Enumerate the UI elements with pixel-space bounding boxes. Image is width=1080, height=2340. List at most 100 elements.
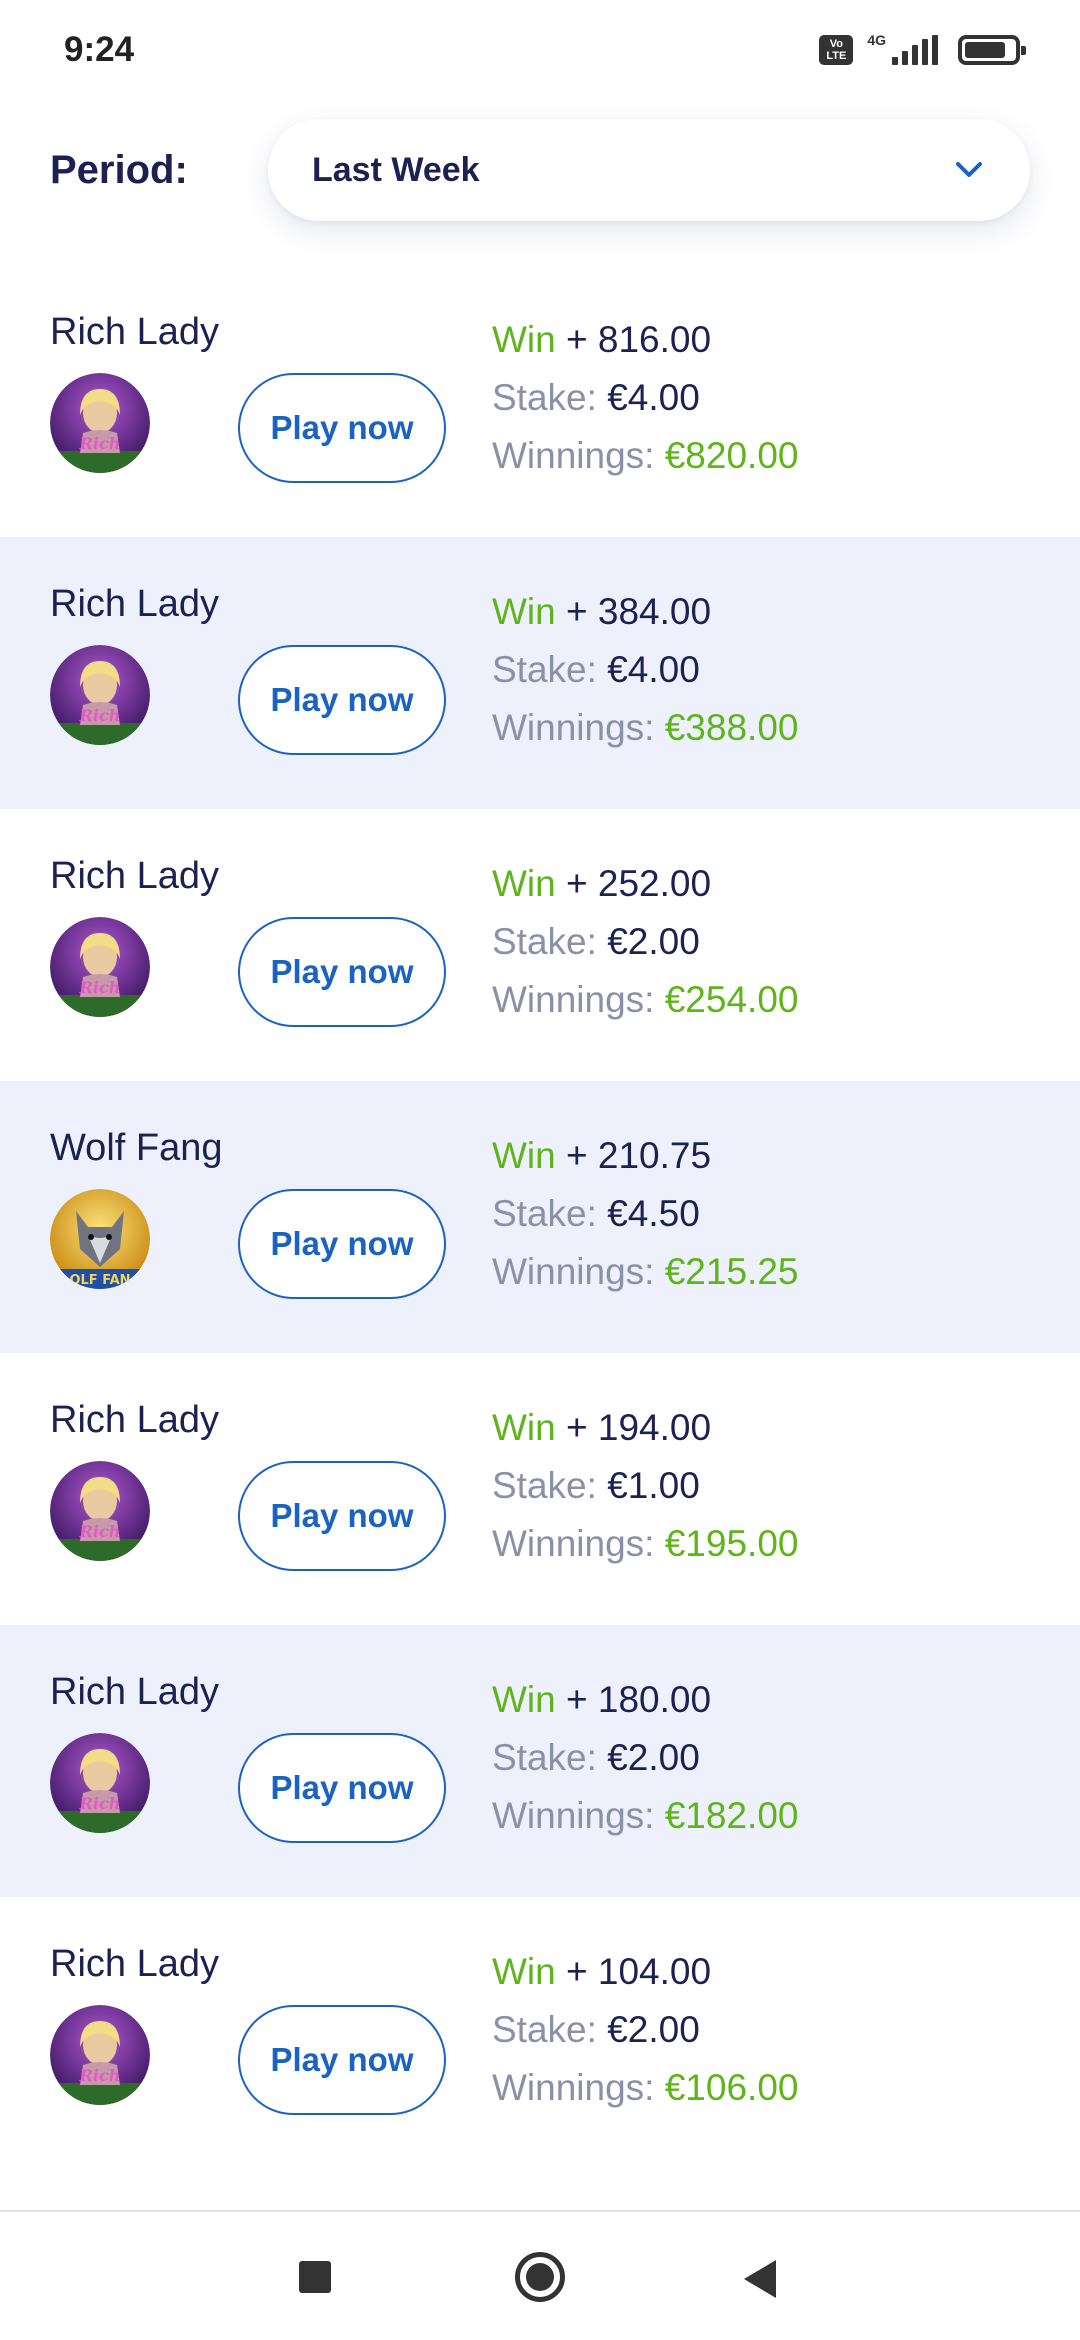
rich-lady-game-icon[interactable]: Rich bbox=[50, 917, 150, 1017]
rich-lady-game-icon[interactable]: Rich bbox=[50, 373, 150, 473]
back-triangle-icon[interactable] bbox=[744, 2260, 776, 2298]
win-row: Rich Lady Rich Play now Win + 194.00 Sta… bbox=[0, 1353, 1080, 1625]
win-line: Win + 180.00 bbox=[492, 1671, 798, 1729]
status-time: 9:24 bbox=[64, 30, 135, 69]
win-label: Win bbox=[492, 1679, 556, 1720]
stake-label: Stake: bbox=[492, 377, 597, 418]
recents-square-icon[interactable] bbox=[299, 2261, 331, 2293]
win-row: Rich Lady Rich Play now Win + 384.00 Sta… bbox=[0, 537, 1080, 809]
svg-text:Rich: Rich bbox=[79, 2066, 121, 2085]
rich-lady-game-icon[interactable]: Rich bbox=[50, 1461, 150, 1561]
stake-label: Stake: bbox=[492, 2009, 597, 2050]
winnings-amount: €388.00 bbox=[664, 707, 799, 748]
stake-amount: €4.00 bbox=[607, 649, 700, 690]
stake-amount: €2.00 bbox=[607, 2009, 700, 2050]
winnings-amount: €820.00 bbox=[664, 435, 799, 476]
period-label: Period: bbox=[50, 147, 188, 192]
win-line: Win + 104.00 bbox=[492, 1943, 798, 2001]
stake-amount: €4.50 bbox=[607, 1193, 700, 1234]
winnings-line: Winnings: €215.25 bbox=[492, 1243, 798, 1301]
win-label: Win bbox=[492, 1407, 556, 1448]
win-row: Rich Lady Rich Play now Win + 816.00 Sta… bbox=[0, 265, 1080, 537]
winnings-line: Winnings: €820.00 bbox=[492, 427, 798, 485]
win-line: Win + 816.00 bbox=[492, 311, 798, 369]
play-now-button[interactable]: Play now bbox=[238, 1189, 446, 1299]
win-row: Rich Lady Rich Play now Win + 180.00 Sta… bbox=[0, 1625, 1080, 1897]
rich-lady-game-icon[interactable]: Rich bbox=[50, 1733, 150, 1833]
win-stats: Win + 816.00 Stake: €4.00 Winnings: €820… bbox=[492, 311, 798, 485]
volte-top: Vo bbox=[829, 38, 843, 50]
network-type: 4G bbox=[867, 32, 886, 48]
win-amount: + 194.00 bbox=[566, 1407, 712, 1448]
winnings-amount: €106.00 bbox=[664, 2067, 799, 2108]
winnings-amount: €182.00 bbox=[664, 1795, 799, 1836]
stake-line: Stake: €2.00 bbox=[492, 2001, 798, 2059]
period-dropdown[interactable]: Last Week bbox=[268, 119, 1030, 221]
stake-line: Stake: €4.50 bbox=[492, 1185, 798, 1243]
winnings-label: Winnings: bbox=[492, 1251, 655, 1292]
signal-icon bbox=[892, 35, 938, 65]
play-now-button[interactable]: Play now bbox=[238, 1733, 446, 1843]
stake-label: Stake: bbox=[492, 921, 597, 962]
winnings-line: Winnings: €182.00 bbox=[492, 1787, 798, 1845]
win-stats: Win + 180.00 Stake: €2.00 Winnings: €182… bbox=[492, 1671, 798, 1845]
home-circle-icon[interactable] bbox=[515, 2252, 565, 2302]
win-row: Rich Lady Rich Play now Win + 252.00 Sta… bbox=[0, 809, 1080, 1081]
svg-text:OLF FAN: OLF FAN bbox=[69, 1273, 130, 1288]
svg-text:Rich: Rich bbox=[79, 1794, 121, 1813]
win-stats: Win + 252.00 Stake: €2.00 Winnings: €254… bbox=[492, 855, 798, 1029]
win-row: Rich Lady Rich Play now Win + 104.00 Sta… bbox=[0, 1897, 1080, 2169]
rich-lady-game-icon[interactable]: Rich bbox=[50, 645, 150, 745]
game-name: Wolf Fang bbox=[50, 1127, 223, 1169]
status-bar: 9:24 Vo LTE 4G bbox=[0, 0, 1080, 100]
svg-text:Rich: Rich bbox=[79, 978, 121, 997]
win-row: Wolf Fang OLF FAN Play now Win + 210.75 … bbox=[0, 1081, 1080, 1353]
chevron-down-icon bbox=[952, 153, 986, 187]
win-amount: + 816.00 bbox=[566, 319, 712, 360]
win-label: Win bbox=[492, 1951, 556, 1992]
win-amount: + 104.00 bbox=[566, 1951, 712, 1992]
win-amount: + 180.00 bbox=[566, 1679, 712, 1720]
win-line: Win + 194.00 bbox=[492, 1399, 798, 1457]
winnings-label: Winnings: bbox=[492, 2067, 655, 2108]
volte-icon: Vo LTE bbox=[819, 35, 854, 65]
winnings-amount: €254.00 bbox=[664, 979, 799, 1020]
stake-label: Stake: bbox=[492, 1193, 597, 1234]
stake-line: Stake: €2.00 bbox=[492, 913, 798, 971]
stake-label: Stake: bbox=[492, 649, 597, 690]
winnings-label: Winnings: bbox=[492, 1795, 655, 1836]
play-now-button[interactable]: Play now bbox=[238, 917, 446, 1027]
game-name: Rich Lady bbox=[50, 1943, 219, 1985]
svg-text:Rich: Rich bbox=[79, 434, 121, 453]
svg-text:Rich: Rich bbox=[79, 706, 121, 725]
win-label: Win bbox=[492, 863, 556, 904]
game-name: Rich Lady bbox=[50, 1671, 219, 1713]
wolf-fang-game-icon[interactable]: OLF FAN bbox=[50, 1189, 150, 1289]
game-name: Rich Lady bbox=[50, 311, 219, 353]
winnings-line: Winnings: €195.00 bbox=[492, 1515, 798, 1573]
winnings-label: Winnings: bbox=[492, 435, 655, 476]
win-amount: + 384.00 bbox=[566, 591, 712, 632]
winnings-amount: €195.00 bbox=[664, 1523, 799, 1564]
play-now-button[interactable]: Play now bbox=[238, 2005, 446, 2115]
winnings-amount: €215.25 bbox=[664, 1251, 799, 1292]
play-now-button[interactable]: Play now bbox=[238, 645, 446, 755]
battery-icon bbox=[958, 35, 1026, 65]
win-label: Win bbox=[492, 591, 556, 632]
win-line: Win + 384.00 bbox=[492, 583, 798, 641]
play-now-button[interactable]: Play now bbox=[238, 373, 446, 483]
game-name: Rich Lady bbox=[50, 1399, 219, 1441]
play-now-button[interactable]: Play now bbox=[238, 1461, 446, 1571]
game-name: Rich Lady bbox=[50, 855, 219, 897]
stake-label: Stake: bbox=[492, 1737, 597, 1778]
winnings-line: Winnings: €254.00 bbox=[492, 971, 798, 1029]
stake-line: Stake: €2.00 bbox=[492, 1729, 798, 1787]
stake-amount: €2.00 bbox=[607, 1737, 700, 1778]
stake-label: Stake: bbox=[492, 1465, 597, 1506]
win-label: Win bbox=[492, 1135, 556, 1176]
rich-lady-game-icon[interactable]: Rich bbox=[50, 2005, 150, 2105]
winnings-label: Winnings: bbox=[492, 707, 655, 748]
period-filter: Period: Last Week bbox=[0, 115, 1080, 225]
system-nav-bar bbox=[0, 2210, 1080, 2340]
stake-line: Stake: €4.00 bbox=[492, 369, 798, 427]
